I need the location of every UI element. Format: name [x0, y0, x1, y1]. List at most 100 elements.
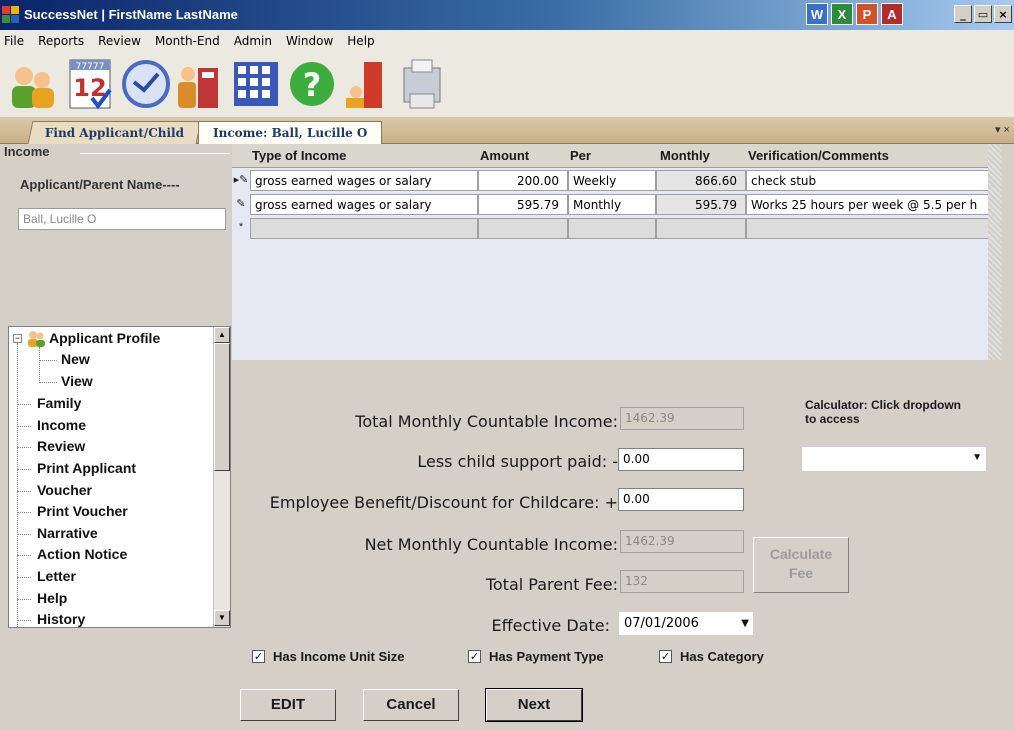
cell-amount[interactable]: 200.00 [478, 170, 568, 191]
calculator-dropdown[interactable]: ▼ [801, 446, 987, 472]
col-monthly[interactable]: Monthly [660, 148, 710, 163]
excel-icon[interactable]: X [831, 3, 853, 25]
cell-per[interactable]: Weekly [568, 170, 656, 191]
col-verification[interactable]: Verification/Comments [748, 148, 889, 163]
collapse-icon[interactable]: − [13, 334, 22, 343]
menu-admin[interactable]: Admin [234, 34, 272, 48]
grid-icon[interactable] [228, 54, 284, 114]
tree-item-voucher[interactable]: Voucher [37, 482, 92, 498]
table-row[interactable]: ▸✎ gross earned wages or salary 200.00 W… [232, 170, 1002, 192]
income-grid: Type of Income Amount Per Monthly Verifi… [232, 144, 1002, 360]
tree-root-applicant-profile[interactable]: Applicant Profile [49, 330, 160, 346]
calculate-fee-line2: Fee [788, 565, 814, 581]
parent-name-field[interactable]: Ball, Lucille O [18, 208, 226, 230]
calculate-fee-button[interactable]: Calculate Fee [753, 537, 849, 593]
tree-item-review[interactable]: Review [37, 438, 85, 454]
cell-amount[interactable]: 595.79 [478, 194, 568, 215]
help-icon[interactable]: ? [284, 54, 340, 114]
left-panel-bottom [4, 630, 232, 730]
exit-icon[interactable] [338, 54, 394, 114]
table-row[interactable]: ✎ gross earned wages or salary 595.79 Mo… [232, 194, 1002, 216]
new-cell-type[interactable] [250, 218, 478, 239]
scroll-thumb[interactable] [214, 343, 230, 471]
effective-date-label: Effective Date: [491, 616, 610, 635]
new-row-marker: * [238, 221, 244, 233]
scroll-down-icon[interactable]: ▼ [214, 610, 230, 626]
cancel-button[interactable]: Cancel [363, 689, 459, 721]
menu-review[interactable]: Review [98, 34, 141, 48]
folder-icon[interactable] [172, 54, 228, 114]
menu-help[interactable]: Help [347, 34, 374, 48]
grid-scrollbar[interactable] [988, 144, 1002, 360]
new-cell-amount[interactable] [478, 218, 568, 239]
people-icon[interactable] [4, 54, 60, 114]
word-icon[interactable]: W [806, 3, 828, 25]
title-bar: SuccessNet | FirstName LastName W X P A … [0, 0, 1014, 30]
col-per[interactable]: Per [570, 148, 591, 163]
child-support-label: Less child support paid: - [417, 452, 618, 471]
employee-benefit-label: Employee Benefit/Discount for Childcare:… [269, 493, 618, 512]
has-category-checkbox[interactable]: ✓ Has Category [659, 649, 764, 664]
calendar-icon[interactable]: 77777 12 [62, 54, 118, 114]
menu-window[interactable]: Window [286, 34, 333, 48]
title-app-shortcuts: W X P A [806, 3, 903, 25]
menu-month-end[interactable]: Month-End [155, 34, 220, 48]
checkbox-label: Has Category [680, 649, 764, 664]
tree-item-narrative[interactable]: Narrative [37, 525, 98, 541]
new-cell-per[interactable] [568, 218, 656, 239]
checkbox-check-icon[interactable]: ✓ [252, 650, 265, 663]
cell-monthly: 866.60 [656, 170, 746, 191]
scroll-up-icon[interactable]: ▲ [214, 327, 230, 343]
tree-item-new[interactable]: New [61, 351, 90, 367]
tree-item-history[interactable]: History [37, 611, 85, 627]
tab-find-applicant[interactable]: Find Applicant/Child [27, 121, 202, 144]
checkbox-check-icon[interactable]: ✓ [468, 650, 481, 663]
close-button[interactable]: × [994, 5, 1012, 23]
cell-type[interactable]: gross earned wages or salary [250, 170, 478, 191]
chevron-down-icon[interactable]: ▼ [741, 618, 749, 629]
calculate-fee-line1: Calculate [769, 546, 833, 562]
tree-item-action-notice[interactable]: Action Notice [37, 546, 127, 562]
income-fieldset: Income Applicant/Parent Name---- Ball, L… [4, 144, 232, 326]
employee-benefit-field[interactable]: 0.00 [618, 488, 744, 511]
grid-header: Type of Income Amount Per Monthly Verifi… [232, 144, 1002, 168]
clock-icon[interactable] [118, 54, 174, 114]
row-edit-pencil-icon: ✎ [236, 198, 246, 210]
calendar-top-text: 77777 [76, 62, 105, 72]
cell-comments[interactable]: check stub [746, 170, 1000, 191]
has-income-unit-size-checkbox[interactable]: ✓ Has Income Unit Size [252, 649, 404, 664]
restore-button[interactable]: ▭ [974, 5, 992, 23]
tab-pin-close-icon[interactable]: ▾ × [995, 123, 1010, 136]
tree-scrollbar[interactable]: ▲ ▼ [213, 327, 230, 627]
menu-reports[interactable]: Reports [38, 34, 84, 48]
menu-file[interactable]: File [4, 34, 24, 48]
child-support-field[interactable]: 0.00 [618, 448, 744, 471]
acrobat-icon[interactable]: A [881, 3, 903, 25]
effective-date-picker[interactable]: 07/01/2006 ▼ [618, 611, 754, 636]
has-payment-type-checkbox[interactable]: ✓ Has Payment Type [468, 649, 604, 664]
checkbox-label: Has Income Unit Size [273, 649, 405, 664]
applicant-tree: − Applicant Profile New View Family Inco… [8, 326, 231, 628]
new-table-row[interactable]: * [232, 218, 1002, 240]
tree-item-print-applicant[interactable]: Print Applicant [37, 460, 136, 476]
printer-icon[interactable] [394, 54, 450, 114]
cell-comments[interactable]: Works 25 hours per week @ 5.5 per h [746, 194, 1000, 215]
cell-type[interactable]: gross earned wages or salary [250, 194, 478, 215]
tab-income[interactable]: Income: Ball, Lucille O [198, 121, 383, 144]
col-amount[interactable]: Amount [480, 148, 529, 163]
new-cell-comments[interactable] [746, 218, 1000, 239]
tree-item-income[interactable]: Income [37, 417, 86, 433]
checkbox-check-icon[interactable]: ✓ [659, 650, 672, 663]
tree-item-help[interactable]: Help [37, 590, 67, 606]
tree-item-view[interactable]: View [61, 373, 93, 389]
col-type-of-income[interactable]: Type of Income [252, 148, 346, 163]
cell-per[interactable]: Monthly [568, 194, 656, 215]
chevron-down-icon: ▼ [972, 452, 982, 463]
next-button[interactable]: Next [485, 688, 583, 722]
edit-button[interactable]: EDIT [240, 689, 336, 721]
tree-item-letter[interactable]: Letter [37, 568, 76, 584]
minimize-button[interactable]: _ [954, 5, 972, 23]
tree-item-family[interactable]: Family [37, 395, 81, 411]
tree-item-print-voucher[interactable]: Print Voucher [37, 503, 128, 519]
powerpoint-icon[interactable]: P [856, 3, 878, 25]
